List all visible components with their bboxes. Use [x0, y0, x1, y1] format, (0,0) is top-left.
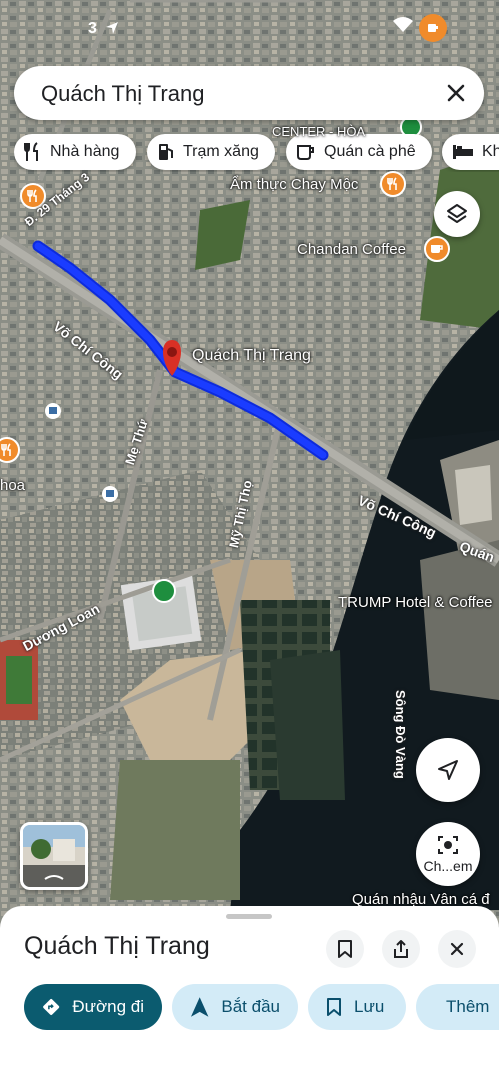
more-label: Thêm [446, 997, 490, 1016]
chip-hotels[interactable]: Kh [442, 134, 499, 170]
navigation-arrow-icon [438, 760, 458, 780]
layers-icon [447, 204, 467, 223]
bed-icon [453, 145, 473, 159]
search-bar[interactable]: Quách Thị Trang [14, 66, 484, 120]
road-label: Sông Đò Vàng [393, 690, 408, 779]
search-query[interactable]: Quách Thị Trang [41, 81, 204, 107]
chip-label: Trạm xăng [183, 143, 259, 160]
directions-label: Đường đi [72, 997, 144, 1016]
bookmark-icon [338, 940, 352, 958]
share-button[interactable] [382, 930, 420, 968]
restaurant-poi-icon[interactable] [380, 171, 406, 197]
save-label: Lưu [354, 997, 385, 1016]
more-button[interactable]: Thêm [416, 984, 499, 1030]
close-icon [450, 942, 464, 956]
gas-station-icon [159, 144, 173, 160]
status-time: 3 [88, 20, 97, 37]
location-arrow-icon [104, 20, 120, 41]
fork-knife-icon [24, 142, 38, 161]
poi-label[interactable]: Ẩm thực Chay Mộc [230, 176, 358, 193]
close-icon[interactable] [442, 79, 470, 107]
save-button[interactable]: Lưu [308, 984, 406, 1030]
camera-lens-icon [438, 836, 458, 854]
navigation-arrow-icon [190, 997, 209, 1017]
chip-label: Quán cà phê [324, 143, 416, 160]
poi-label[interactable]: TRUMP Hotel & Coffee [338, 594, 493, 611]
cafe-poi-icon[interactable] [424, 236, 450, 262]
bookmark-icon [327, 998, 341, 1016]
street-view-thumbnail[interactable] [20, 822, 88, 890]
start-label: Bắt đầu [221, 997, 280, 1016]
status-bar: 3 [0, 14, 499, 44]
wifi-icon [392, 16, 414, 39]
poi-label[interactable]: Chandan Coffee [297, 241, 406, 258]
category-chips: Nhà hàng Trạm xăng Quán cà phê Kh [14, 134, 499, 172]
drag-handle[interactable] [226, 914, 272, 919]
lens-button[interactable]: Ch...em [416, 822, 480, 886]
layers-button[interactable] [434, 191, 480, 237]
place-bottom-sheet: Quách Thị Trang Đường đi Bắt đầu Lưu Thê… [0, 906, 499, 1080]
save-icon-button[interactable] [326, 930, 364, 968]
place-title: Quách Thị Trang [24, 932, 210, 960]
share-icon [394, 940, 408, 958]
coffee-cup-icon [297, 145, 314, 160]
chip-cafes[interactable]: Quán cà phê [286, 134, 432, 170]
chip-label: Nhà hàng [50, 143, 120, 160]
directions-icon [43, 998, 60, 1016]
close-sheet-button[interactable] [438, 930, 476, 968]
my-location-button[interactable] [416, 738, 480, 802]
lens-button-label: Ch...em [423, 858, 473, 874]
chip-label: Kh [482, 143, 499, 160]
chip-gas-stations[interactable]: Trạm xăng [147, 134, 275, 170]
start-button[interactable]: Bắt đầu [172, 984, 298, 1030]
chip-restaurants[interactable]: Nhà hàng [14, 134, 136, 170]
pin-label[interactable]: Quách Thị Trang [192, 347, 311, 365]
directions-button[interactable]: Đường đi [24, 984, 162, 1030]
poi-label: CENTER - HÒA [272, 124, 366, 139]
poi-label[interactable]: hoa [0, 477, 25, 494]
app-notification-icon [419, 14, 447, 42]
